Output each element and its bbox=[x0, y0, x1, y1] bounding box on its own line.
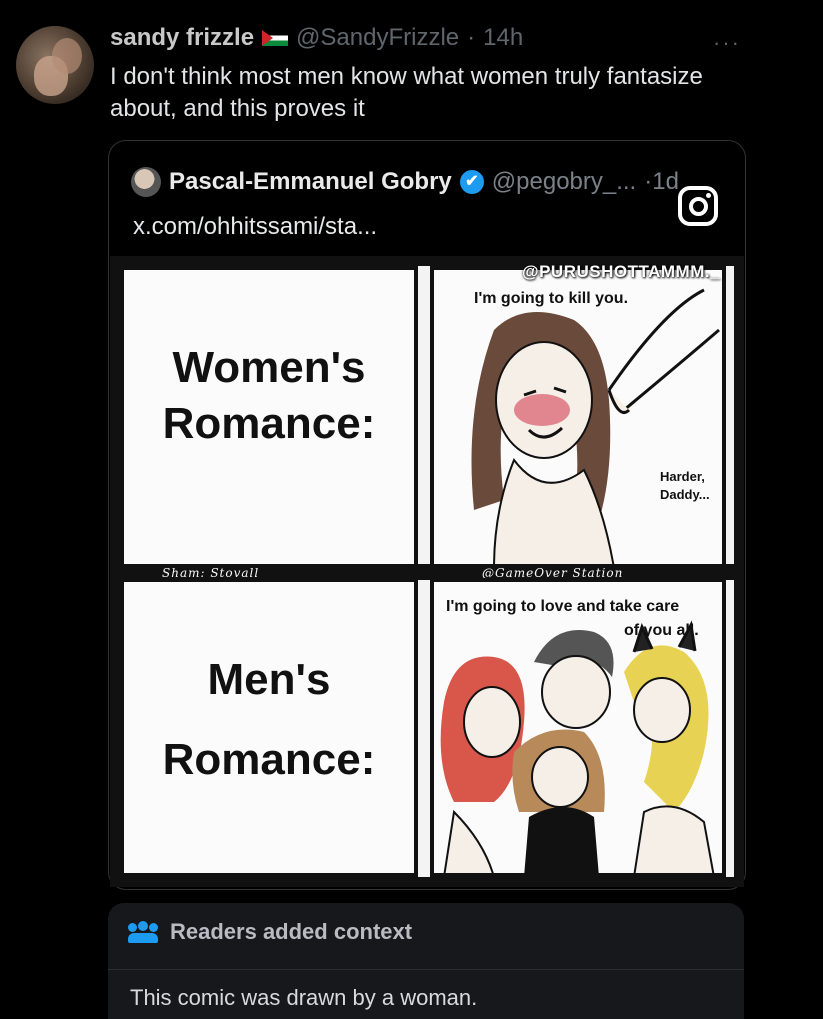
separator: · bbox=[467, 24, 476, 51]
watermark-handle: @PURUSHOTTAMMM._ bbox=[522, 262, 721, 281]
avatar[interactable] bbox=[16, 26, 94, 104]
quoted-link[interactable]: x.com/ohhitssami/sta... bbox=[133, 213, 377, 241]
instagram-dot bbox=[706, 193, 711, 198]
instagram-icon[interactable] bbox=[678, 186, 718, 226]
panel-mens-art: I'm going to love and take care of you a… bbox=[430, 578, 726, 877]
more-options-button[interactable]: ··· bbox=[713, 30, 741, 56]
comic-border-left bbox=[110, 256, 120, 887]
quoted-handle[interactable]: @pegobry_... bbox=[492, 168, 636, 196]
mens-drawing bbox=[440, 620, 715, 873]
panel-womens-art: I'm going to kill you. Harder, Daddy... bbox=[430, 266, 726, 568]
flag-icon bbox=[262, 30, 289, 46]
panel-womens-label: Women's Romance: bbox=[120, 266, 418, 568]
quoted-avatar[interactable] bbox=[131, 167, 161, 197]
quoted-header: Pascal-Emmanuel Gobry ✔ @pegobry_... ·1d bbox=[131, 167, 679, 197]
context-body: This comic was drawn by a woman. bbox=[130, 985, 478, 1010]
reply-daddy: Harder, Daddy... bbox=[660, 468, 710, 504]
quoted-time: ·1d bbox=[644, 168, 679, 195]
mens-label-line1: Men's bbox=[207, 655, 331, 704]
verified-icon: ✔ bbox=[459, 170, 484, 194]
womens-drawing bbox=[471, 288, 720, 564]
womens-label-line2: Romance: bbox=[162, 399, 376, 448]
comic-border-right bbox=[734, 256, 744, 887]
quoted-author-name[interactable]: Pascal-Emmanuel Gobry bbox=[169, 168, 452, 196]
people-icon bbox=[128, 921, 158, 943]
author-name[interactable]: sandy frizzle bbox=[110, 24, 254, 52]
mens-label-line2: Romance: bbox=[162, 735, 376, 784]
instagram-lens bbox=[689, 197, 708, 216]
comic-image[interactable]: Women's Romance: I'm going to kill you. … bbox=[110, 256, 744, 887]
womens-label-line1: Women's bbox=[172, 343, 366, 392]
comic-border-bottom bbox=[110, 877, 744, 887]
panel-mens-label: Men's Romance: bbox=[120, 578, 418, 877]
timestamp[interactable]: 14h bbox=[483, 24, 523, 52]
context-header: Readers added context bbox=[128, 919, 412, 945]
author-handle[interactable]: @SandyFrizzle bbox=[296, 24, 459, 52]
context-title: Readers added context bbox=[170, 919, 413, 944]
tweet-header: sandy frizzle @SandyFrizzle · 14h bbox=[110, 24, 523, 52]
context-divider bbox=[108, 969, 744, 970]
avatar-face bbox=[52, 38, 82, 74]
tweet-text: I don't think most men know what women t… bbox=[110, 63, 703, 122]
reply-line1: Harder, bbox=[660, 469, 705, 484]
reply-line2: Daddy... bbox=[660, 487, 710, 502]
readers-context-panel[interactable]: Readers added context This comic was dra… bbox=[108, 903, 744, 1019]
